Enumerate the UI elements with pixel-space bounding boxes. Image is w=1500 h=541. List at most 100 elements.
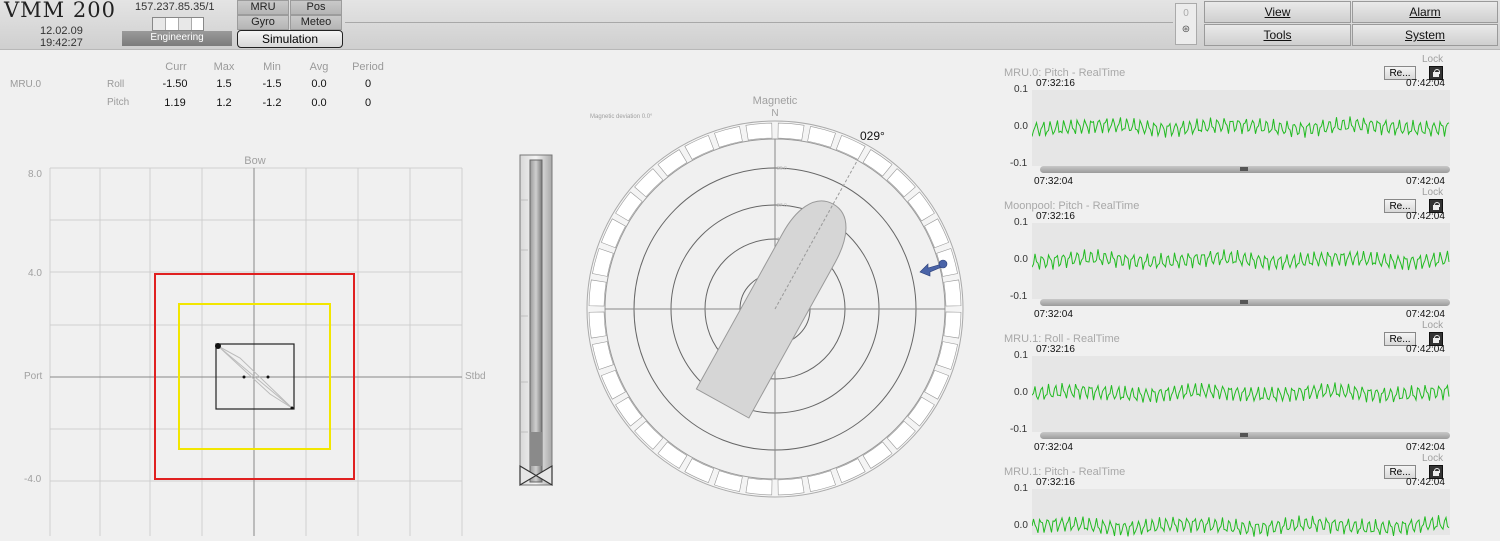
trend-signal-line (1032, 382, 1450, 404)
trend-tick-zero: 0.0 (1014, 387, 1028, 398)
col-curr: Curr (165, 61, 187, 73)
trace-point (242, 375, 246, 379)
trend-tick-zero: 0.0 (1014, 254, 1028, 265)
divider (345, 22, 1173, 23)
trend-signal-line (1032, 116, 1450, 138)
pitch-min: -1.2 (262, 97, 282, 109)
trace-point (290, 406, 294, 410)
xy-grid (49, 167, 463, 536)
time-display: 19:42:27 (40, 37, 83, 49)
col-avg: Avg (309, 61, 329, 73)
trend-end-time: 07:42:04 (1406, 211, 1445, 222)
port-label: Port (24, 371, 43, 382)
col-max: Max (213, 61, 235, 73)
trend-series-path (1032, 382, 1450, 404)
tab-mru[interactable]: MRU (237, 0, 289, 15)
trend-tick-zero: 0.0 (1014, 520, 1028, 531)
alarm-menu-label: Alarm (1409, 5, 1441, 19)
alarm-count: 0 (1183, 8, 1189, 19)
pitch-period: 0 (364, 97, 372, 109)
tab-gyro[interactable]: Gyro (237, 15, 289, 30)
scrollbar-grip[interactable] (1240, 167, 1248, 171)
trend-series-path (1032, 116, 1450, 138)
top-bar: VMM 200 12.02.09 19:42:27 157.237.85.35/… (0, 0, 1500, 50)
trend-end-time: 07:42:04 (1406, 78, 1445, 89)
trend-tick-bottom: -0.1 (1010, 158, 1028, 169)
trend-signal-line (1032, 249, 1450, 271)
bezel-segment (588, 279, 607, 307)
compass-north-label: N (771, 108, 779, 119)
trace-point (266, 375, 270, 379)
roll-curr: -1.50 (162, 78, 188, 90)
trend-tick-top: 0.1 (1014, 84, 1028, 95)
bezel-segment (745, 477, 773, 496)
y-tick-8: 8.0 (28, 169, 42, 180)
trend-tick-zero: 0.0 (1014, 121, 1028, 132)
bezel-segment (588, 311, 607, 339)
row-label-pitch: Pitch (107, 97, 130, 108)
view-menu-label: View (1264, 5, 1291, 19)
lock-shackle (1434, 468, 1440, 473)
roll-min: -1.5 (262, 78, 282, 90)
bezel-segment (777, 122, 805, 141)
scrollbar-grip[interactable] (1240, 433, 1248, 437)
trend-start-time: 07:32:16 (1036, 211, 1075, 222)
compass-title: Magnetic (752, 95, 798, 107)
lock-label: Lock (1422, 187, 1444, 198)
roll-period: 0 (364, 78, 372, 90)
trend-axis-start: 07:32:04 (1034, 442, 1073, 453)
bow-label: Bow (244, 155, 266, 167)
lock-label: Lock (1422, 54, 1444, 65)
system-menu-button[interactable]: System (1352, 24, 1498, 46)
current-position-marker (215, 343, 221, 349)
heave-bar-gauge (519, 154, 553, 487)
tab-pos[interactable]: Pos (290, 0, 342, 15)
trend-tick-top: 0.1 (1014, 350, 1028, 361)
heave-level (530, 432, 542, 466)
trend-signal-line (1032, 515, 1450, 537)
trend-axis-end: 07:42:04 (1406, 309, 1445, 320)
tools-menu-button[interactable]: Tools (1204, 24, 1351, 46)
svg-text:36.0: 36.0 (777, 166, 787, 172)
lock-label: Lock (1422, 453, 1444, 464)
col-min: Min (263, 61, 281, 73)
compass-rose: 36.027.018.09.0 (586, 120, 964, 498)
row-label-roll: Roll (107, 79, 125, 90)
pitch-curr: 1.19 (164, 97, 186, 109)
roll-avg: 0.0 (311, 78, 327, 90)
trend-end-time: 07:42:04 (1406, 477, 1445, 488)
view-menu-button[interactable]: View (1204, 1, 1351, 23)
bezel-segment (777, 477, 805, 496)
lock-label: Lock (1422, 320, 1444, 331)
tools-menu-label: Tools (1263, 28, 1292, 42)
double-chevron-down-icon[interactable]: ⊛ (1176, 24, 1196, 35)
roll-pitch-xy-plot (49, 167, 463, 536)
pitch-max: 1.2 (216, 97, 232, 109)
y-tick-minus-4: -4.0 (24, 474, 42, 485)
col-period: Period (352, 61, 384, 73)
trend-series-path (1032, 249, 1450, 271)
scrollbar-grip[interactable] (1240, 300, 1248, 304)
lock-shackle (1434, 69, 1440, 74)
pitch-avg: 0.0 (311, 97, 327, 109)
trend-tick-top: 0.1 (1014, 217, 1028, 228)
trend-axis-start: 07:32:04 (1034, 176, 1073, 187)
y-tick-4: 4.0 (28, 268, 42, 279)
svg-text:27.0: 27.0 (777, 203, 787, 209)
simulation-button[interactable]: Simulation (237, 30, 343, 48)
trend-start-time: 07:32:16 (1036, 78, 1075, 89)
alarm-menu-button[interactable]: Alarm (1352, 1, 1498, 23)
lock-shackle (1434, 335, 1440, 340)
stbd-label: Stbd (465, 371, 486, 382)
tab-meteo[interactable]: Meteo (290, 15, 342, 30)
bezel-segment (943, 311, 962, 339)
app-title: VMM 200 (4, 0, 116, 22)
system-menu-label: System (1404, 28, 1445, 42)
status-indicator (152, 17, 204, 31)
trend-series-path (1032, 515, 1450, 537)
mode-engineering-button[interactable]: Engineering (122, 31, 232, 46)
alarm-counter[interactable]: 0 ⊛ (1175, 3, 1197, 45)
bezel-segment (745, 122, 773, 141)
ip-address: 157.237.85.35/1 (135, 1, 215, 13)
trend-end-time: 07:42:04 (1406, 344, 1445, 355)
